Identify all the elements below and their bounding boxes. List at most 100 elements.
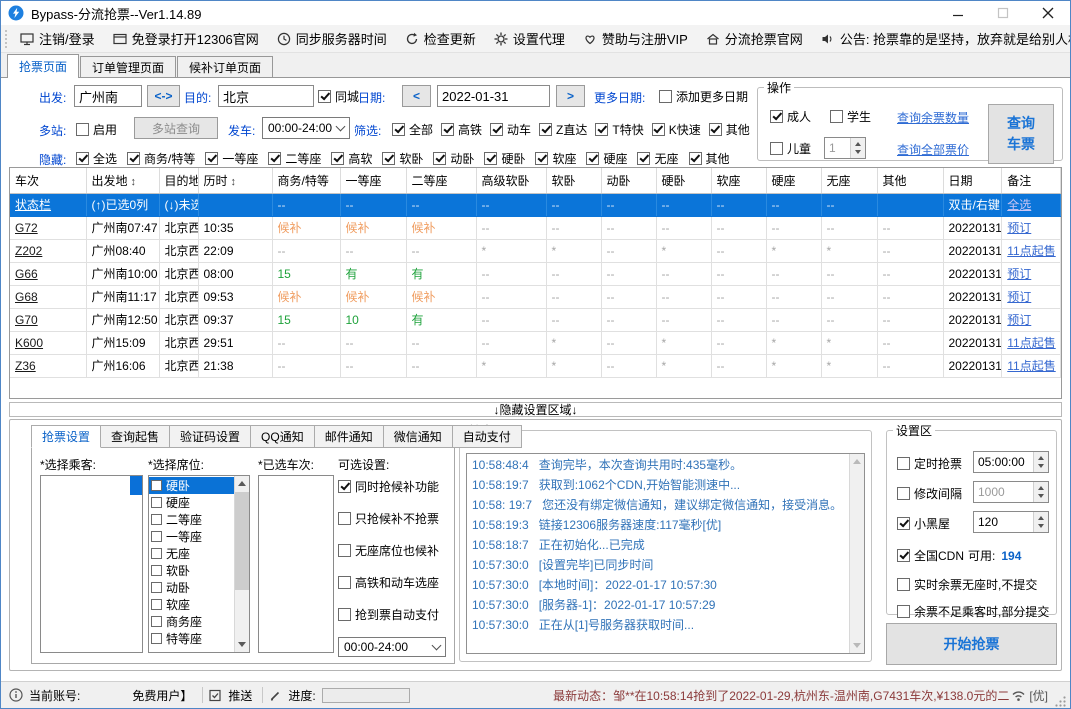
minimize-button[interactable] (935, 1, 980, 25)
seat-option[interactable]: 一等座 (149, 528, 234, 545)
settings-tab[interactable]: 邮件通知 (313, 425, 384, 448)
multi-enable-checkbox[interactable]: 启用 (76, 121, 117, 138)
train-row[interactable]: G70 广州南12:50 北京西22:27 09:37 15 10 (10, 308, 1061, 332)
settings-tab[interactable]: 抢票设置 (31, 425, 102, 448)
multi-station-query-button[interactable]: 多站查询 (134, 117, 218, 139)
query-ticket-count-link[interactable]: 查询余票数量 (897, 109, 969, 126)
column-header[interactable]: 软卧 (546, 168, 602, 194)
train-type-checkbox[interactable]: 高铁 (441, 121, 482, 138)
check-update-button[interactable]: 检查更新 (396, 25, 485, 52)
option-checkbox[interactable]: 高铁和动车选座 (338, 574, 439, 591)
selected-trains-listbox[interactable] (258, 475, 334, 653)
logout-login-button[interactable]: 注销/登录 (11, 25, 104, 52)
hide-seat-checkbox[interactable]: 高软 (331, 150, 372, 167)
timed-grab-checkbox[interactable]: 定时抢票 (897, 455, 962, 472)
interval-checkbox[interactable]: 修改间隔 (897, 485, 962, 502)
seat-option[interactable]: 硬卧 (149, 477, 234, 494)
hide-seat-checkbox[interactable]: 硬卧 (484, 150, 525, 167)
column-header[interactable]: 二等座 (406, 168, 477, 194)
official-site-button[interactable]: 分流抢票官网 (697, 25, 812, 52)
scroll-down-icon[interactable] (235, 637, 249, 652)
set-proxy-button[interactable]: 设置代理 (485, 25, 574, 52)
grab-time-range-select[interactable]: 00:00-24:00 (338, 637, 446, 657)
query-tickets-button[interactable]: 查询 车票 (988, 104, 1054, 164)
hide-settings-bar[interactable]: ↓隐藏设置区域↓ (9, 402, 1062, 417)
seat-option[interactable]: 特等座 (149, 630, 234, 647)
start-grab-button[interactable]: 开始抢票 (886, 623, 1057, 665)
column-header[interactable]: 动卧 (601, 168, 657, 194)
scroll-up-icon[interactable] (235, 476, 249, 491)
settings-tab[interactable]: 验证码设置 (169, 425, 252, 448)
date-input[interactable]: 2022-01-31 (437, 85, 550, 107)
column-header[interactable]: 一等座 (340, 168, 407, 194)
seat-option[interactable]: 软座 (149, 596, 234, 613)
hide-seat-checkbox[interactable]: 其他 (688, 150, 730, 167)
hide-seat-checkbox[interactable]: 一等座 (205, 150, 258, 167)
hide-seat-checkbox[interactable]: 动卧 (433, 150, 474, 167)
student-checkbox[interactable]: 学生 (830, 108, 871, 125)
child-count-spinner[interactable]: 1 (824, 137, 866, 159)
column-header[interactable]: 商务/特等 (272, 168, 341, 194)
settings-tab[interactable]: 查询起售 (100, 425, 171, 448)
column-header[interactable]: 历时 ↕ (198, 168, 273, 194)
option-checkbox[interactable]: 同时抢候补功能 (338, 478, 439, 495)
to-input[interactable]: 北京 (218, 85, 314, 107)
option-checkbox[interactable]: 无座席位也候补 (338, 542, 439, 559)
settings-tab[interactable]: 自动支付 (451, 425, 522, 448)
same-city-checkbox[interactable]: 同城 (318, 88, 359, 105)
hide-seat-checkbox[interactable]: 二等座 (268, 150, 321, 167)
column-header[interactable]: 出发地 ↕ (86, 168, 160, 194)
option-checkbox[interactable]: 抢到票自动支付 (338, 606, 439, 623)
no-seat-skip-checkbox[interactable]: 实时余票无座时,不提交 (897, 576, 1037, 593)
scroll-up-icon[interactable] (850, 454, 864, 469)
train-row[interactable]: K600 广州15:09 北京西21:00 29:51 -- -- (10, 331, 1061, 355)
column-header[interactable]: 目的地↕ (159, 168, 199, 194)
hide-seat-checkbox[interactable]: 硬座 (586, 150, 627, 167)
main-tab[interactable]: 抢票页面 (7, 54, 80, 78)
prev-date-button[interactable]: < (402, 85, 431, 107)
train-row[interactable]: 状态栏 (↑)已选0列 (↓)未选7列 -- -- (10, 193, 1061, 217)
hide-seat-checkbox[interactable]: 软座 (535, 150, 576, 167)
train-row[interactable]: Z202 广州08:40 北京西06:49 22:09 -- -- (10, 239, 1061, 263)
add-more-dates-checkbox[interactable]: 添加更多日期 (659, 88, 748, 105)
hide-seat-checkbox[interactable]: 软卧 (382, 150, 423, 167)
train-type-checkbox[interactable]: 全部 (392, 121, 433, 138)
train-row[interactable]: G68 广州南11:17 北京西21:10 09:53 候补 候补 (10, 285, 1061, 309)
maximize-button[interactable] (980, 1, 1025, 25)
train-row[interactable]: G66 广州南10:00 北京西18:00 08:00 15 有 (10, 262, 1061, 286)
open-12306-button[interactable]: 免登录打开12306官网 (104, 25, 268, 52)
depart-time-select[interactable]: 00:00-24:00 (262, 117, 350, 139)
column-header[interactable]: 日期 (943, 168, 1003, 194)
train-type-checkbox[interactable]: Z直达 (539, 121, 587, 138)
hide-seat-checkbox[interactable]: 无座 (637, 150, 679, 167)
train-type-checkbox[interactable]: 动车 (490, 121, 531, 138)
train-type-checkbox[interactable]: 其他 (708, 121, 750, 138)
spinner-arrows[interactable] (1033, 452, 1048, 472)
from-input[interactable]: 广州南 (74, 85, 142, 107)
column-header[interactable]: 软座 (711, 168, 767, 194)
column-header[interactable]: 硬座 (766, 168, 822, 194)
main-tab[interactable]: 订单管理页面 (80, 56, 177, 77)
option-checkbox[interactable]: 只抢候补不抢票 (338, 510, 439, 527)
sponsor-vip-button[interactable]: 赞助与注册VIP (574, 25, 697, 52)
query-all-prices-link[interactable]: 查询全部票价 (897, 141, 969, 158)
column-header[interactable]: 其他 (877, 168, 944, 194)
swap-stations-button[interactable]: <-> (147, 85, 180, 107)
interval-spinner[interactable]: 1000 (973, 481, 1049, 503)
scroll-thumb[interactable] (235, 492, 249, 590)
resize-grip[interactable] (1054, 695, 1067, 708)
spinner-arrows[interactable] (1033, 482, 1048, 502)
train-type-checkbox[interactable]: K快速 (651, 121, 701, 138)
black-room-checkbox[interactable]: 小黑屋 (897, 515, 950, 532)
seat-option[interactable]: 商务座 (149, 613, 234, 630)
column-header[interactable]: 高级软卧 (476, 168, 547, 194)
child-checkbox[interactable]: 儿童 (770, 140, 811, 157)
spinner-arrows[interactable] (1033, 512, 1048, 532)
cdn-checkbox[interactable]: 全国CDN (897, 547, 964, 564)
seats-scrollbar[interactable] (234, 476, 249, 652)
seat-option[interactable]: 无座 (149, 545, 234, 562)
adult-checkbox[interactable]: 成人 (770, 108, 811, 125)
train-row[interactable]: G72 广州南07:47 北京西18:22 10:35 候补 候补 (10, 216, 1061, 240)
passengers-listbox[interactable] (40, 475, 143, 653)
seat-option[interactable]: 硬座 (149, 494, 234, 511)
